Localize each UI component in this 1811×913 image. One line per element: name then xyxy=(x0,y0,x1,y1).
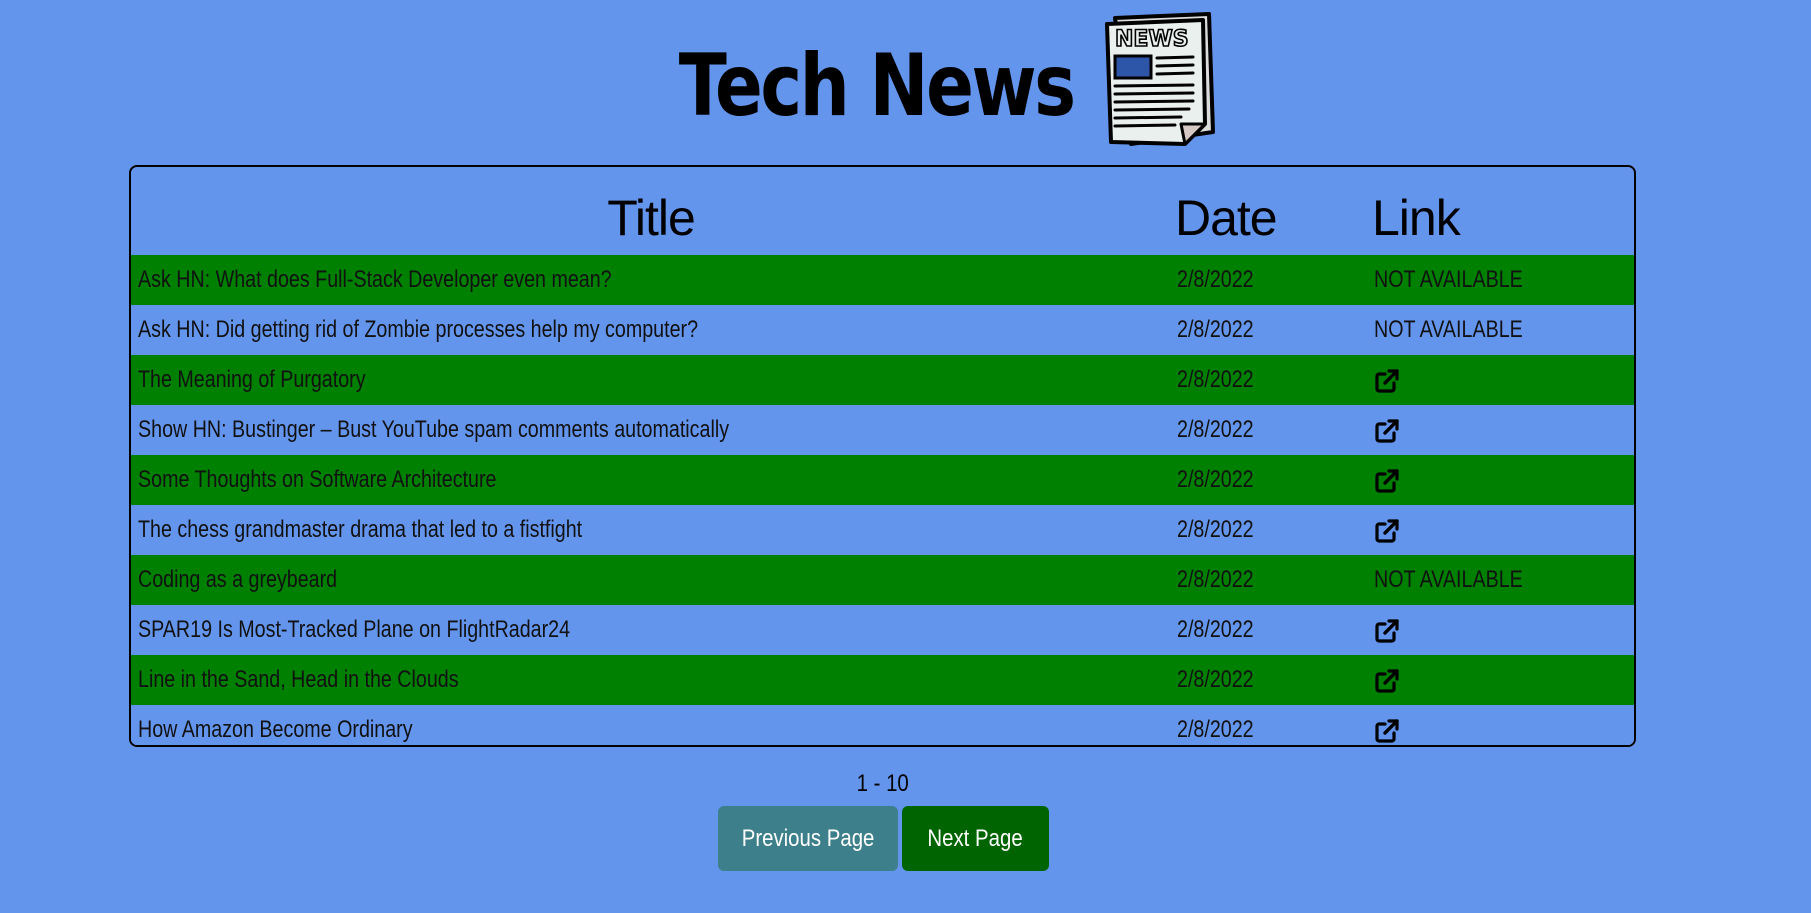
article-title: Ask HN: Did getting rid of Zombie proces… xyxy=(138,316,699,343)
article-link[interactable] xyxy=(1368,405,1634,455)
table-row: The chess grandmaster drama that led to … xyxy=(131,505,1634,555)
table-row: Ask HN: Did getting rid of Zombie proces… xyxy=(131,305,1634,355)
column-header-link: Link xyxy=(1372,190,1461,246)
page-title: Tech News xyxy=(678,36,1075,136)
article-date: 2/8/2022 xyxy=(1177,466,1254,493)
next-page-label: Next Page xyxy=(927,824,1024,852)
article-date: 2/8/2022 xyxy=(1177,416,1254,443)
article-link[interactable] xyxy=(1368,355,1634,405)
external-link-icon[interactable] xyxy=(1374,668,1400,694)
link-not-available: NOT AVAILABLE xyxy=(1374,316,1523,343)
article-link[interactable] xyxy=(1368,655,1634,705)
next-page-button[interactable]: Next Page xyxy=(902,806,1049,871)
link-not-available: NOT AVAILABLE xyxy=(1374,266,1523,293)
news-table: Title Date Link Ask HN: What does Full-S… xyxy=(131,167,1634,745)
external-link-icon[interactable] xyxy=(1374,468,1400,494)
article-date: 2/8/2022 xyxy=(1177,716,1254,743)
external-link-icon[interactable] xyxy=(1374,368,1400,394)
link-not-available: NOT AVAILABLE xyxy=(1374,566,1523,593)
table-row: Some Thoughts on Software Architecture 2/… xyxy=(131,455,1634,505)
previous-page-button[interactable]: Previous Page xyxy=(718,806,898,871)
article-title: Some Thoughts on Software Architecture xyxy=(138,466,497,493)
table-row: Line in the Sand, Head in the Clouds 2/8/… xyxy=(131,655,1634,705)
article-link[interactable] xyxy=(1368,505,1634,555)
external-link-icon[interactable] xyxy=(1374,718,1400,744)
article-title: The chess grandmaster drama that led to … xyxy=(138,516,583,543)
article-date: 2/8/2022 xyxy=(1177,616,1254,643)
article-link[interactable] xyxy=(1368,705,1634,745)
table-row: How Amazon Become Ordinary 2/8/2022 xyxy=(131,705,1634,745)
article-date: 2/8/2022 xyxy=(1177,516,1254,543)
article-title: How Amazon Become Ordinary xyxy=(138,716,413,743)
external-link-icon[interactable] xyxy=(1374,518,1400,544)
table-row: Ask HN: What does Full-Stack Developer e… xyxy=(131,255,1634,305)
external-link-icon[interactable] xyxy=(1374,618,1400,644)
table-body: Ask HN: What does Full-Stack Developer e… xyxy=(131,255,1634,745)
table-row: Coding as a greybeard 2/8/2022 NOT AVAILAB… xyxy=(131,555,1634,605)
article-date: 2/8/2022 xyxy=(1177,316,1254,343)
article-title: Line in the Sand, Head in the Clouds xyxy=(138,666,459,693)
news-table-container: Title Date Link Ask HN: What does Full-S… xyxy=(129,165,1636,747)
pagination-controls: Previous Page Next Page xyxy=(718,806,1049,871)
external-link-icon[interactable] xyxy=(1374,418,1400,444)
page: Tech News NEWS Title Date Link Ask HN: W… xyxy=(0,0,1811,913)
previous-page-label: Previous Page xyxy=(741,824,875,852)
page-header: Tech News NEWS xyxy=(0,12,1811,150)
article-date: 2/8/2022 xyxy=(1177,366,1254,393)
article-link[interactable] xyxy=(1368,605,1634,655)
column-header-date: Date xyxy=(1175,190,1278,246)
article-date: 2/8/2022 xyxy=(1177,666,1254,693)
article-title: Show HN: Bustinger – Bust YouTube spam c… xyxy=(138,416,730,443)
table-row: Show HN: Bustinger – Bust YouTube spam c… xyxy=(131,405,1634,455)
article-link[interactable] xyxy=(1368,455,1634,505)
article-title: SPAR19 Is Most-Tracked Plane on FlightRa… xyxy=(138,616,571,643)
newspaper-icon: NEWS xyxy=(1105,12,1216,146)
svg-text:NEWS: NEWS xyxy=(1115,27,1189,52)
table-row: SPAR19 Is Most-Tracked Plane on FlightRa… xyxy=(131,605,1634,655)
article-title: Coding as a greybeard xyxy=(138,566,338,593)
table-row: The Meaning of Purgatory 2/8/2022 xyxy=(131,355,1634,405)
article-date: 2/8/2022 xyxy=(1177,266,1254,293)
article-title: The Meaning of Purgatory xyxy=(138,366,366,393)
table-header-row: Title Date Link xyxy=(131,167,1634,255)
column-header-title: Title xyxy=(607,190,696,246)
pagination-range: 1 - 10 xyxy=(856,770,910,797)
article-date: 2/8/2022 xyxy=(1177,566,1254,593)
article-title: Ask HN: What does Full-Stack Developer e… xyxy=(138,266,612,293)
